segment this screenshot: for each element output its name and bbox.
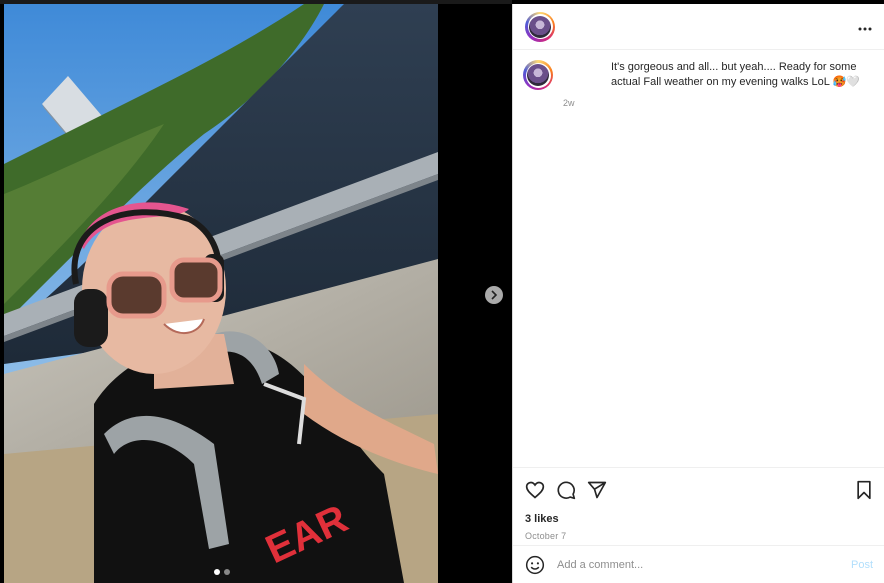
post-comment-button[interactable]: Post [851, 559, 873, 571]
next-photo-button[interactable] [485, 286, 503, 304]
share-button[interactable] [587, 480, 607, 500]
caption-author-avatar[interactable] [523, 60, 553, 90]
caption-timestamp[interactable]: 2w [563, 98, 863, 108]
selfie-photo: EAR [4, 4, 438, 583]
post-photo[interactable]: EAR [4, 4, 438, 583]
more-options-button[interactable] [858, 18, 872, 36]
caption-text: It's gorgeous and all... but yeah.... Re… [611, 61, 860, 88]
like-button[interactable] [525, 480, 545, 500]
action-bar [525, 478, 873, 502]
bookmark-icon [857, 480, 871, 500]
comment-button[interactable] [556, 480, 576, 500]
post-header [513, 4, 884, 50]
comment-icon [557, 481, 576, 500]
chevron-right-icon [491, 290, 498, 300]
heart-icon [525, 481, 545, 499]
caption: It's gorgeous and all... but yeah.... Re… [513, 50, 884, 108]
post-date: October 7 [525, 531, 567, 541]
carousel-dot-2 [224, 569, 230, 575]
carousel-dot-1 [214, 569, 220, 575]
emoji-button[interactable] [525, 555, 545, 575]
post-media: EAR [0, 0, 512, 583]
author-avatar[interactable] [525, 11, 555, 42]
comment-bar: Post [513, 545, 884, 583]
more-options-icon [858, 27, 872, 30]
likes-count[interactable]: 3 likes [525, 513, 873, 525]
save-button[interactable] [855, 480, 873, 500]
carousel-dots [214, 569, 230, 575]
post-actions-section: 3 likes October 7 [513, 467, 884, 541]
emoji-icon [525, 555, 545, 574]
share-icon [587, 481, 607, 499]
comment-input[interactable] [557, 558, 851, 571]
post-panel: It's gorgeous and all... but yeah.... Re… [512, 4, 884, 583]
